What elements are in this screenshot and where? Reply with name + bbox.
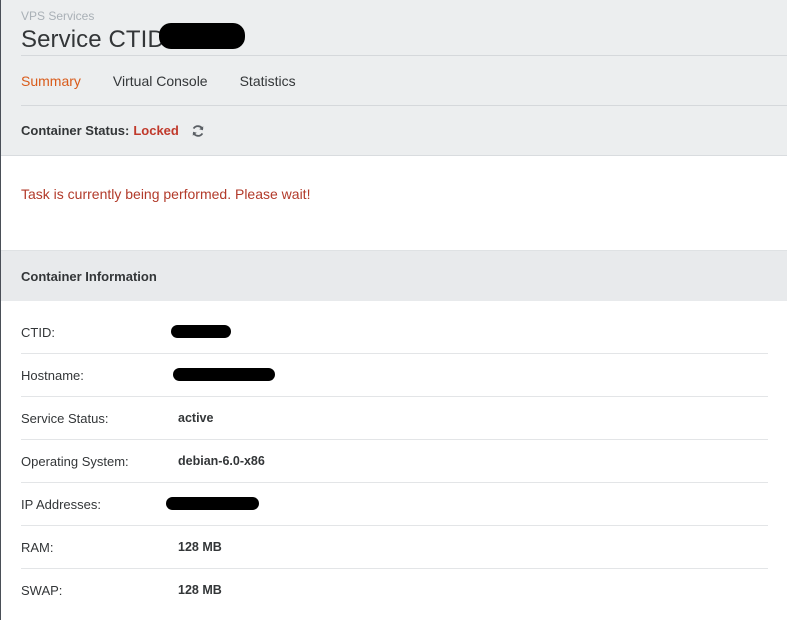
page-title: Service CTID [21, 26, 165, 53]
info-label: Hostname: [21, 367, 84, 383]
info-label: Service Status: [21, 410, 109, 426]
info-value: 128 MB [178, 583, 222, 597]
title-row: Service CTID [21, 23, 787, 56]
redacted-hostname-value [173, 368, 275, 381]
info-row-swap: SWAP: 128 MB [21, 569, 768, 611]
info-row-service-status: Service Status: active [21, 397, 768, 440]
info-value: debian-6.0-x86 [178, 454, 265, 468]
container-status: Container Status: Locked [21, 106, 787, 155]
info-row-hostname: Hostname: [21, 354, 768, 397]
redacted-ctid [159, 23, 245, 49]
alert-panel: Task is currently being performed. Pleas… [1, 156, 787, 250]
refresh-icon[interactable] [191, 124, 205, 138]
tab-summary[interactable]: Summary [21, 73, 81, 89]
breadcrumb[interactable]: VPS Services [21, 0, 787, 23]
info-label: Operating System: [21, 453, 129, 469]
tab-statistics[interactable]: Statistics [240, 73, 296, 89]
tab-virtual-console[interactable]: Virtual Console [113, 73, 208, 89]
info-value: 128 MB [178, 540, 222, 554]
info-row-operating-system: Operating System: debian-6.0-x86 [21, 440, 768, 483]
tab-bar: Summary Virtual Console Statistics [21, 56, 787, 106]
section-heading: Container Information [1, 250, 787, 301]
redacted-ctid-value [171, 325, 231, 338]
service-page: VPS Services Service CTID Summary Virtua… [0, 0, 787, 620]
info-value: active [178, 411, 214, 425]
status-badge: Locked [133, 123, 179, 138]
page-header: VPS Services Service CTID Summary Virtua… [1, 0, 787, 156]
container-info-table: CTID: Hostname: Service Status: active O… [1, 311, 787, 611]
redacted-ip-value [166, 497, 259, 510]
info-row-ctid: CTID: [21, 311, 768, 354]
info-row-ram: RAM: 128 MB [21, 526, 768, 569]
status-label: Container Status: [21, 123, 130, 138]
info-label: IP Addresses: [21, 496, 101, 512]
info-row-ip-addresses: IP Addresses: [21, 483, 768, 526]
info-label: RAM: [21, 539, 54, 555]
alert-message: Task is currently being performed. Pleas… [21, 186, 311, 202]
info-label: CTID: [21, 324, 55, 340]
info-label: SWAP: [21, 582, 63, 598]
